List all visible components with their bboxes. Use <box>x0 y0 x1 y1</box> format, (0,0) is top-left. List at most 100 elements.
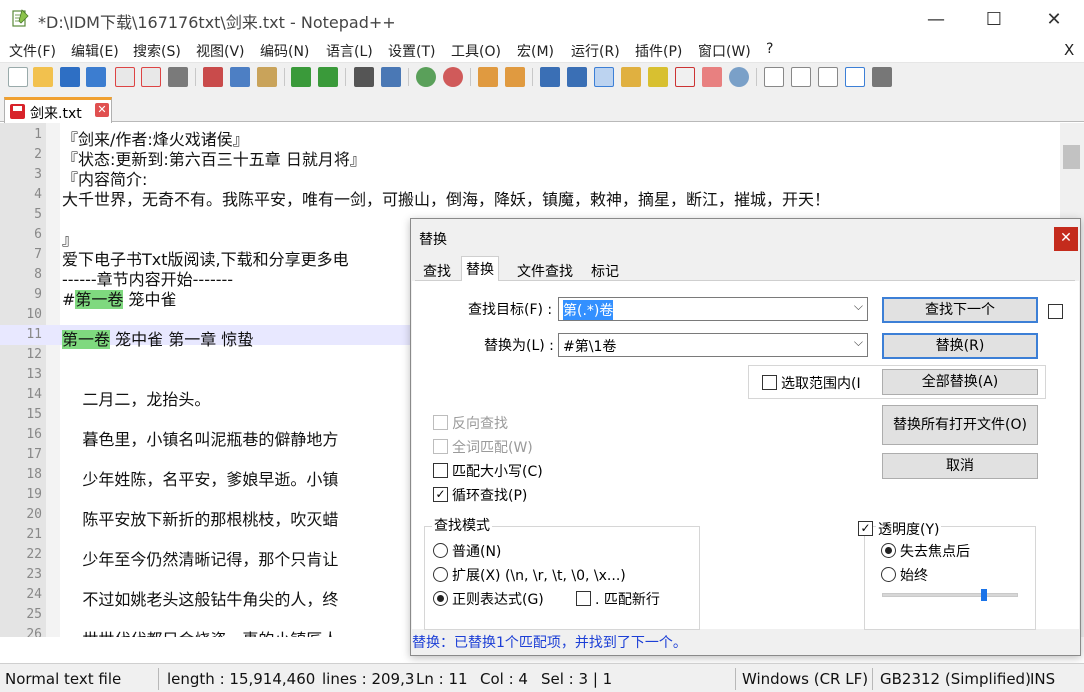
save-icon[interactable] <box>60 67 80 87</box>
monitoring-eye-icon[interactable] <box>729 67 749 87</box>
wrap-around-checkbox[interactable]: ✓ <box>433 487 448 502</box>
toolbar-separator <box>532 68 533 86</box>
whole-word-checkbox[interactable] <box>433 439 448 454</box>
find-what-combo[interactable]: 第(.*)卷 ⌵ <box>558 297 868 321</box>
macro-save-icon[interactable] <box>872 67 892 87</box>
save-all-icon[interactable] <box>86 67 106 87</box>
redo-icon[interactable] <box>318 67 338 87</box>
in-selection-checkbox[interactable] <box>762 375 777 390</box>
replace-icon[interactable] <box>381 67 401 87</box>
menu-settings[interactable]: 设置(T) <box>388 41 435 61</box>
close-document-x[interactable]: X <box>1064 41 1074 59</box>
macro-stop-icon[interactable] <box>791 67 811 87</box>
match-case-checkbox[interactable] <box>433 463 448 478</box>
tab-find-in-files[interactable]: 文件查找 <box>513 259 577 281</box>
cut-icon[interactable] <box>203 67 223 87</box>
mode-regex-radio[interactable] <box>433 591 448 606</box>
dialog-close-button[interactable]: ✕ <box>1054 227 1078 251</box>
chevron-down-icon[interactable]: ⌵ <box>854 335 863 350</box>
replace-button[interactable]: 替换(R) <box>882 333 1038 359</box>
editor-line[interactable]: 3 『内容简介: <box>0 165 1060 189</box>
function-list-icon[interactable] <box>675 67 695 87</box>
on-losing-focus-label: 失去焦点后 <box>900 544 970 560</box>
transparency-slider-thumb[interactable] <box>981 589 987 601</box>
word-wrap-icon[interactable] <box>540 67 560 87</box>
line-number: 23 <box>26 567 42 582</box>
backward-checkbox[interactable] <box>433 415 448 430</box>
replace-all-button[interactable]: 全部替换(A) <box>882 369 1038 395</box>
line-number: 7 <box>34 247 42 262</box>
tab-replace[interactable]: 替换 <box>461 256 499 282</box>
tab-find[interactable]: 查找 <box>419 259 455 281</box>
menu-file[interactable]: 文件(F) <box>9 41 56 61</box>
search-mode-title: 查找模式 <box>432 515 492 535</box>
zoom-in-icon[interactable] <box>416 67 436 87</box>
menu-tools[interactable]: 工具(O) <box>451 41 501 61</box>
menu-plugins[interactable]: 插件(P) <box>635 41 682 61</box>
tab-mark[interactable]: 标记 <box>587 259 623 281</box>
close-window-button[interactable]: ✕ <box>1024 0 1084 38</box>
line-number: 11 <box>26 327 42 342</box>
menu-window[interactable]: 窗口(W) <box>698 41 751 61</box>
show-all-chars-icon[interactable] <box>567 67 587 87</box>
toolbar-separator <box>470 68 471 86</box>
transparency-slider[interactable] <box>882 593 1018 597</box>
document-map-icon[interactable] <box>648 67 668 87</box>
macro-play-icon[interactable] <box>818 67 838 87</box>
scrollbar-thumb[interactable] <box>1063 145 1080 169</box>
notepadpp-logo-icon <box>12 9 29 27</box>
on-losing-focus-radio[interactable] <box>881 543 896 558</box>
copy-icon[interactable] <box>230 67 250 87</box>
find-next-button[interactable]: 查找下一个 <box>882 297 1038 323</box>
cancel-button[interactable]: 取消 <box>882 453 1038 479</box>
undo-icon[interactable] <box>291 67 311 87</box>
match-newline-checkbox[interactable] <box>576 591 591 606</box>
menu-run[interactable]: 运行(R) <box>571 41 620 61</box>
find-next-direction-checkbox[interactable] <box>1048 304 1063 319</box>
line-text: 世世代代都只会烧瓷一事的小镇匠人 <box>62 626 338 637</box>
always-label: 始终 <box>900 568 928 584</box>
status-line-number: Ln : 11 <box>416 670 468 688</box>
replace-all-open-docs-button[interactable]: 替换所有打开文件(O) <box>882 405 1038 445</box>
transparency-checkbox[interactable]: ✓ <box>858 521 873 536</box>
menu-language[interactable]: 语言(L) <box>326 41 373 61</box>
menu-edit[interactable]: 编辑(E) <box>71 41 119 61</box>
always-radio[interactable] <box>881 567 896 582</box>
editor-line[interactable]: 4 大千世界，无奇不有。我陈平安，唯有一剑，可搬山，倒海，降妖，镇魔，敕神，摘星，… <box>0 185 1060 209</box>
chevron-down-icon[interactable]: ⌵ <box>854 299 863 314</box>
line-number: 12 <box>26 347 42 362</box>
dialog-status-message: 替换：已替换1个匹配项，并找到了下一个。 <box>412 635 687 651</box>
line-number: 22 <box>26 547 42 562</box>
print-icon[interactable] <box>168 67 188 87</box>
editor-line[interactable]: 1 『剑来/作者:烽火戏诸侯』 <box>0 125 1060 149</box>
folder-as-workspace-icon[interactable] <box>702 67 722 87</box>
menu-search[interactable]: 搜索(S) <box>133 41 181 61</box>
menu-help[interactable]: ? <box>766 41 773 57</box>
sync-horizontal-icon[interactable] <box>505 67 525 87</box>
macro-run-multiple-icon[interactable] <box>845 67 865 87</box>
find-icon[interactable] <box>354 67 374 87</box>
sync-vertical-icon[interactable] <box>478 67 498 87</box>
status-file-type: Normal text file <box>5 670 122 688</box>
close-file-icon[interactable] <box>115 67 135 87</box>
close-all-icon[interactable] <box>141 67 161 87</box>
mode-normal-radio[interactable] <box>433 543 448 558</box>
editor-line[interactable]: 2 『状态:更新到:第六百三十五章 日就月将』 <box>0 145 1060 169</box>
macro-record-icon[interactable] <box>764 67 784 87</box>
close-tab-icon[interactable]: ✕ <box>95 103 109 117</box>
replace-with-combo[interactable]: #第\1卷 ⌵ <box>558 333 868 357</box>
paste-icon[interactable] <box>257 67 277 87</box>
menu-encoding[interactable]: 编码(N) <box>260 41 309 61</box>
udl-icon[interactable] <box>621 67 641 87</box>
new-file-icon[interactable] <box>8 67 28 87</box>
menu-macro[interactable]: 宏(M) <box>517 41 554 61</box>
tab-jianlai-txt[interactable]: 剑来.txt ✕ <box>4 97 112 123</box>
menu-view[interactable]: 视图(V) <box>196 41 245 61</box>
mode-extended-radio[interactable] <box>433 567 448 582</box>
maximize-button[interactable]: ☐ <box>964 0 1024 38</box>
status-bar: Normal text file length : 15,914,460 lin… <box>0 663 1084 692</box>
open-file-icon[interactable] <box>33 67 53 87</box>
zoom-out-icon[interactable] <box>443 67 463 87</box>
indent-guide-icon[interactable] <box>594 67 614 87</box>
minimize-button[interactable]: — <box>906 0 966 38</box>
